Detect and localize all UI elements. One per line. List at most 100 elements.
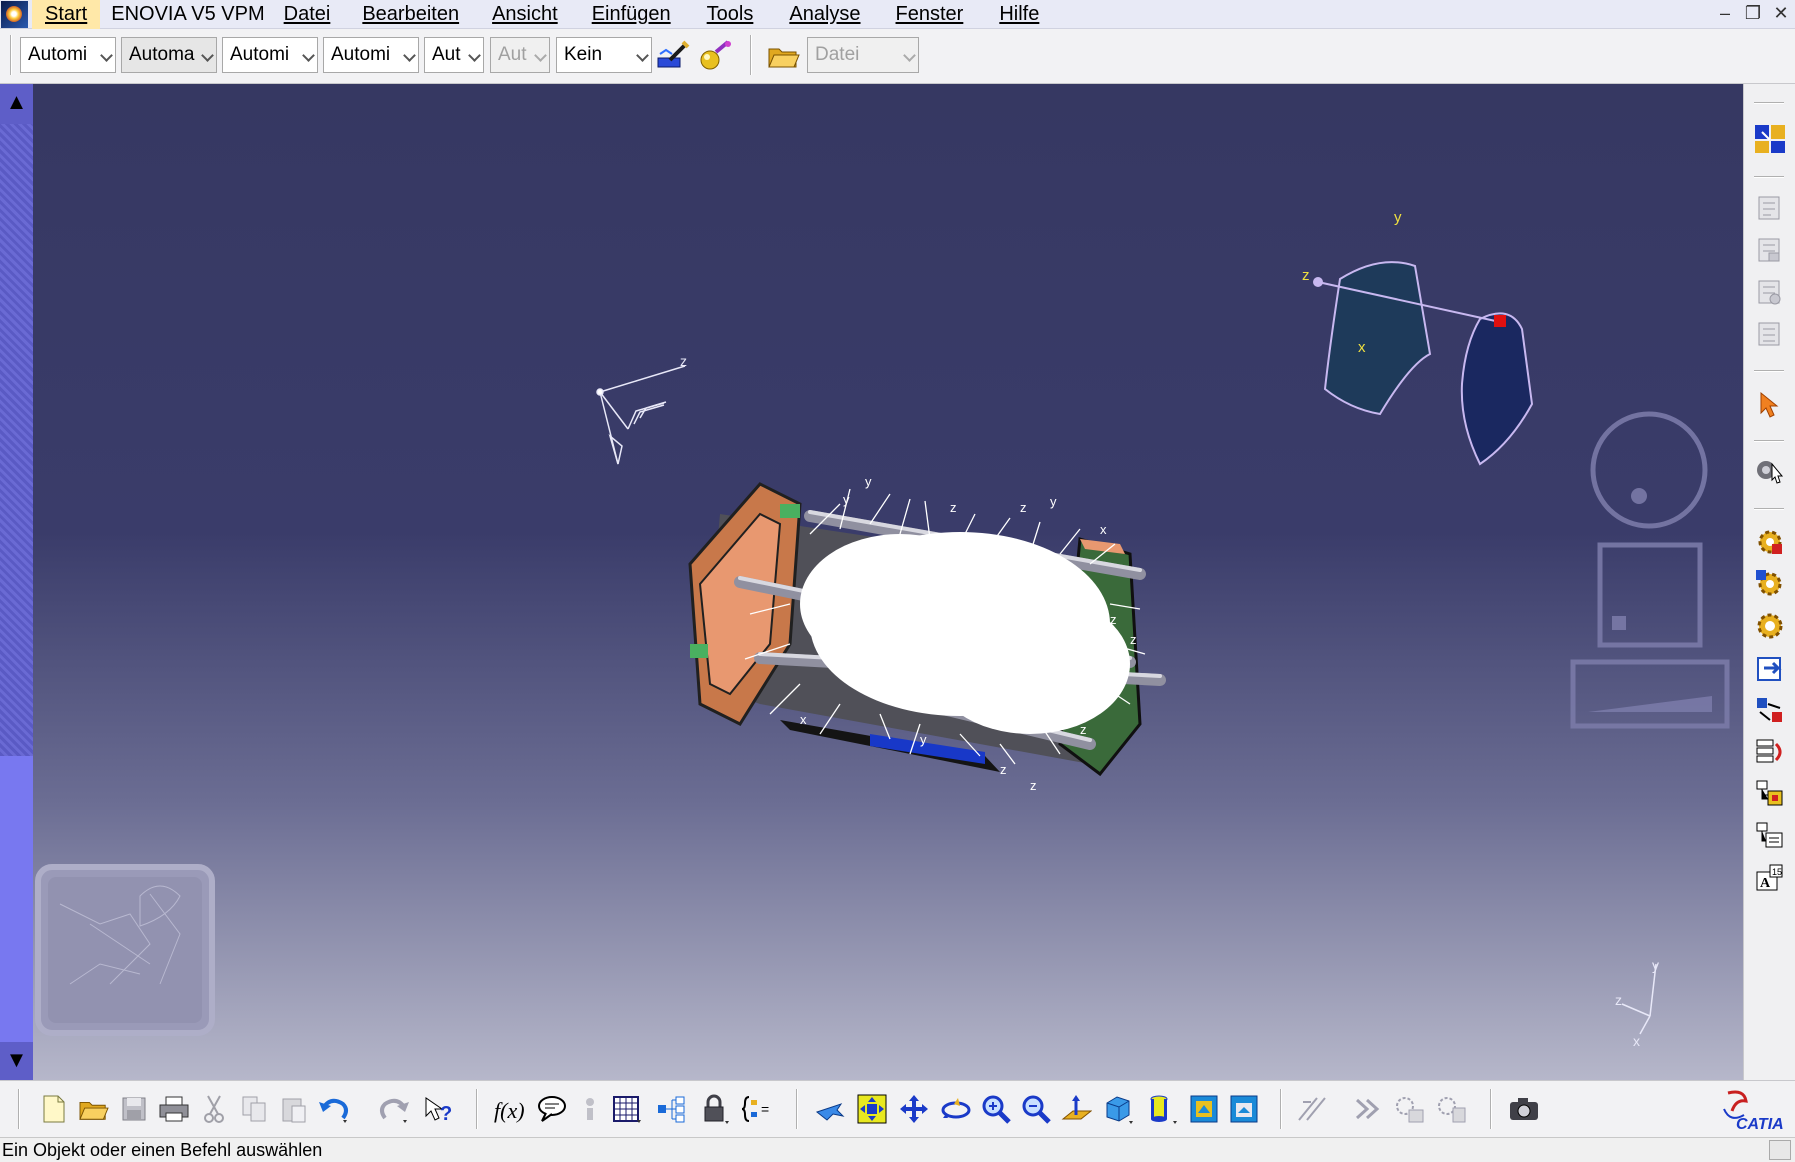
menu-start[interactable]: Start — [32, 0, 101, 29]
rotate-icon[interactable] — [938, 1091, 974, 1127]
catia-logo: CATIA — [1720, 1087, 1790, 1133]
format-painter-icon[interactable] — [655, 38, 691, 74]
3d-viewport[interactable]: ▲ ▼ z y y z z y x z z z z z x y z y z x … — [0, 84, 1743, 1080]
text-icon[interactable]: A 15 — [1752, 860, 1788, 896]
toolbar-separator — [1280, 1089, 1282, 1129]
menu-bearbeiten[interactable]: Bearbeiten — [346, 0, 475, 29]
compass[interactable] — [1313, 261, 1534, 466]
menu-analyse[interactable]: Analyse — [772, 0, 877, 29]
move-icon-2[interactable] — [1434, 1091, 1470, 1127]
zoom-out-icon[interactable] — [1018, 1091, 1054, 1127]
snap-icon[interactable] — [1350, 1091, 1386, 1127]
menu-hilfe[interactable]: Hilfe — [981, 0, 1057, 29]
zoom-in-icon[interactable] — [978, 1091, 1014, 1127]
layer-combo[interactable]: Kein — [556, 37, 652, 73]
component-icon-3[interactable] — [1752, 274, 1788, 310]
manipulate-icon[interactable] — [1752, 452, 1788, 488]
swap-visible-icon[interactable] — [1226, 1091, 1262, 1127]
svg-text:=: = — [761, 1101, 769, 1117]
component-icon-2[interactable] — [1752, 232, 1788, 268]
apply-material-icon[interactable] — [697, 38, 733, 74]
open-icon[interactable] — [76, 1091, 112, 1127]
transparency-combo-value: Automa — [129, 44, 195, 65]
gear-icon-2[interactable] — [1752, 566, 1788, 602]
menu-fenster[interactable]: Fenster — [878, 0, 982, 29]
menu-enovia[interactable]: ENOVIA V5 VPM — [100, 0, 275, 29]
save-icon[interactable] — [116, 1091, 152, 1127]
print-icon[interactable] — [156, 1091, 192, 1127]
iso-view-icon[interactable] — [1100, 1091, 1136, 1127]
product-structure-icon[interactable] — [1752, 120, 1788, 156]
point-symbol-combo[interactable]: Aut — [424, 37, 484, 73]
reference-axis-system[interactable] — [596, 365, 686, 465]
axis-x-label: x — [1633, 1033, 1640, 1049]
formula-icon[interactable]: f(x) — [492, 1091, 528, 1127]
status-text: Ein Objekt oder einen Befehl auswählen — [2, 1140, 323, 1160]
table-icon[interactable] — [608, 1091, 644, 1127]
restore-icon[interactable]: ❐ — [1739, 0, 1767, 29]
tree-icon[interactable] — [654, 1091, 690, 1127]
menu-ansicht[interactable]: Ansicht — [475, 0, 575, 29]
menu-tools[interactable]: Tools — [688, 0, 773, 29]
fly-mode-icon[interactable] — [812, 1091, 848, 1127]
view-navigation-widget[interactable] — [1570, 411, 1730, 729]
comment-icon[interactable] — [534, 1091, 570, 1127]
reorder-icon[interactable] — [1752, 734, 1788, 770]
svg-text:z: z — [1110, 612, 1117, 627]
graph-tree-icon[interactable] — [1752, 776, 1788, 812]
undo-icon[interactable] — [316, 1091, 352, 1127]
thumbnail-preview[interactable] — [35, 864, 215, 1036]
hide-show-icon[interactable] — [1186, 1091, 1222, 1127]
chevron-down-icon — [534, 49, 547, 62]
open-folder-icon[interactable] — [766, 38, 802, 74]
parameters-icon[interactable]: = — [740, 1091, 776, 1127]
axis-z-label: z — [1615, 992, 1622, 1008]
replace-icon[interactable] — [1752, 692, 1788, 728]
fit-all-icon[interactable] — [854, 1091, 890, 1127]
assembly-model[interactable]: yyz z yxzz zzzx yz — [688, 474, 1166, 793]
move-icon-1[interactable] — [1392, 1091, 1428, 1127]
svg-text:A: A — [1760, 876, 1771, 891]
render-style-combo[interactable]: Aut — [490, 37, 550, 73]
line-thickness-combo[interactable]: Automi — [222, 37, 318, 73]
catia-app-icon[interactable] — [1, 0, 28, 28]
whats-this-icon[interactable]: ? — [420, 1091, 456, 1127]
chevron-down-icon — [403, 49, 416, 62]
paste-icon[interactable] — [276, 1091, 312, 1127]
toolbar-separator — [750, 35, 752, 75]
gear-icon-1[interactable] — [1752, 524, 1788, 560]
svg-text:f(x): f(x) — [494, 1098, 525, 1123]
menu-einfuegen[interactable]: Einfügen — [575, 0, 688, 29]
import-icon[interactable] — [1752, 650, 1788, 686]
close-icon[interactable]: ✕ — [1767, 0, 1795, 29]
toolbar-separator — [1754, 440, 1784, 442]
compass-z-label: z — [1302, 267, 1310, 284]
copy-icon[interactable] — [236, 1091, 272, 1127]
multi-instantiate-icon[interactable] — [1752, 818, 1788, 854]
cut-icon[interactable] — [196, 1091, 232, 1127]
capture-icon[interactable] — [1506, 1091, 1542, 1127]
status-grip-icon[interactable] — [1769, 1140, 1791, 1160]
component-icon-4[interactable] — [1752, 316, 1788, 352]
shading-icon[interactable] — [1144, 1091, 1180, 1127]
pan-icon[interactable] — [896, 1091, 932, 1127]
chevron-down-icon — [636, 49, 649, 62]
gear-icon-3[interactable] — [1752, 608, 1788, 644]
measure-icon[interactable] — [1294, 1091, 1330, 1127]
file-combo[interactable]: Datei — [807, 37, 919, 73]
normal-view-icon[interactable] — [1058, 1091, 1094, 1127]
select-arrow-icon[interactable] — [1752, 386, 1788, 422]
new-icon[interactable] — [36, 1091, 72, 1127]
minimize-icon[interactable]: – — [1711, 0, 1739, 29]
lock-icon[interactable] — [696, 1091, 732, 1127]
color-combo[interactable]: Automi — [20, 37, 116, 73]
standard-toolbar: ? f(x) = CATIA — [0, 1080, 1795, 1137]
svg-text:z: z — [1100, 692, 1107, 707]
line-type-combo[interactable]: Automi — [323, 37, 419, 73]
knowledge-icon[interactable] — [572, 1091, 608, 1127]
transparency-combo[interactable]: Automa — [121, 37, 217, 73]
component-icon-1[interactable] — [1752, 190, 1788, 226]
toolbar-separator — [1490, 1089, 1492, 1129]
redo-icon[interactable] — [376, 1091, 412, 1127]
menu-datei[interactable]: Datei — [276, 0, 347, 29]
